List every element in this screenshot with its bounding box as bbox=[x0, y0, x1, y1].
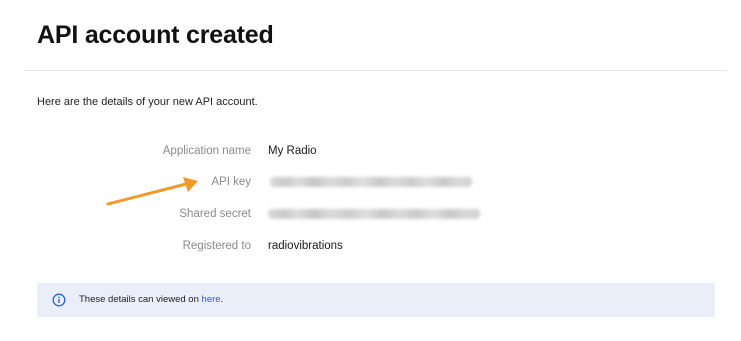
arrow-right-icon bbox=[106, 177, 198, 206]
detail-label: Application name bbox=[162, 145, 251, 157]
page-title: API account created bbox=[37, 21, 274, 49]
detail-value: My Radio bbox=[268, 145, 317, 157]
notice-message: These details can viewed on bbox=[79, 294, 199, 305]
header-divider bbox=[24, 70, 727, 71]
notice-suffix: . bbox=[220, 294, 224, 305]
detail-row-registered-to: Registered to radiovibrations bbox=[0, 237, 741, 255]
detail-label: API key bbox=[211, 176, 251, 188]
intro-text: Here are the details of your new API acc… bbox=[37, 96, 258, 108]
detail-row-application-name: Application name My Radio bbox=[0, 142, 741, 160]
info-circle-icon bbox=[52, 293, 66, 307]
api-account-page: API account created Here are the details… bbox=[0, 0, 741, 341]
detail-label: Registered to bbox=[182, 240, 251, 252]
redacted-api-key bbox=[270, 177, 472, 187]
notice-here-link[interactable]: here bbox=[202, 294, 221, 305]
info-notice: These details can viewed on here. bbox=[37, 283, 715, 317]
detail-value: radiovibrations bbox=[268, 240, 343, 252]
redacted-shared-secret bbox=[268, 209, 480, 219]
notice-text: These details can viewed on here. bbox=[79, 293, 223, 307]
